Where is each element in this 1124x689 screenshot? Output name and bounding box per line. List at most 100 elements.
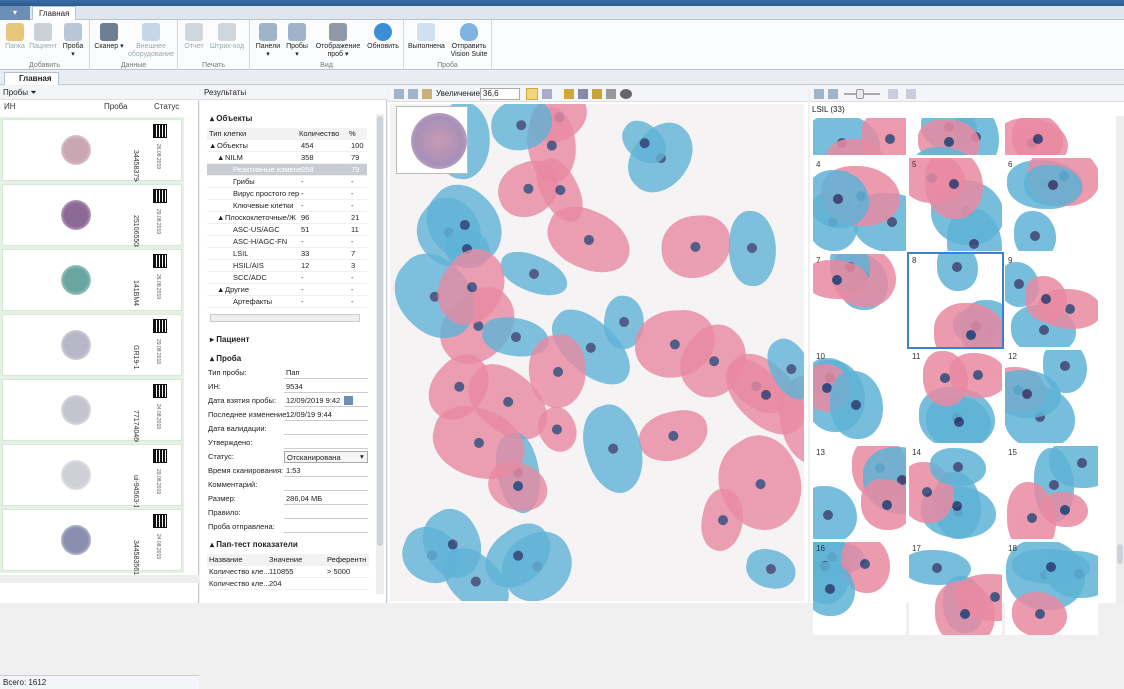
cell-type-row[interactable]: Ключевые клетки--: [207, 200, 367, 212]
barcode-button[interactable]: Штрих-код: [208, 23, 246, 51]
scanner-button[interactable]: Сканер ▾: [94, 23, 124, 51]
cell-tile[interactable]: 6: [1005, 158, 1098, 251]
patient-section-header[interactable]: ▸ Пациент: [210, 335, 249, 344]
cell-tile[interactable]: 16: [813, 542, 906, 635]
cell: [573, 398, 655, 500]
sample-section-header[interactable]: ▴ Проба: [210, 354, 241, 363]
cell-tile[interactable]: 15: [1005, 446, 1098, 539]
nucleus: [637, 136, 651, 150]
sample-slide[interactable]: 344583561624.08.2019: [2, 509, 182, 571]
cell-tile[interactable]: 5: [909, 158, 1002, 251]
gallery-vertical-scrollbar[interactable]: [1116, 116, 1124, 603]
results-panel: Результаты ▴ Объекты Тип клетки Количест…: [200, 86, 387, 603]
nucleus: [966, 330, 976, 340]
table-hscrollbar[interactable]: [210, 314, 360, 322]
sample-slide[interactable]: 771740460424.08.2019: [2, 379, 182, 441]
cell-type-row[interactable]: ▲NILM35879: [207, 152, 367, 164]
nucleus: [465, 280, 479, 294]
sample-slide[interactable]: 141BM426.08.2019: [2, 249, 182, 311]
cell-type-row[interactable]: ▲Плоскоклеточные/Ж9621: [207, 212, 367, 224]
zoom-out-icon[interactable]: [814, 89, 824, 99]
column-header-id[interactable]: ИН: [4, 102, 16, 114]
ribbon-group-data: Сканер ▾ Внешнее оборудование Данные: [90, 20, 178, 70]
samples-panel: Пробы ⏷ ИН Проба Статус 344583794026.08.…: [0, 86, 199, 603]
sample-button[interactable]: Проба ▾: [60, 23, 86, 59]
app-menu-button[interactable]: ▾: [0, 6, 30, 20]
brush-icon[interactable]: [606, 89, 616, 99]
select-tool-icon[interactable]: [542, 89, 552, 99]
zoom-input[interactable]: 36,6: [480, 88, 520, 100]
patient-button[interactable]: Пациент: [29, 23, 57, 51]
cell-tile[interactable]: 12: [1005, 350, 1098, 443]
overview-icon[interactable]: [422, 89, 432, 99]
sample-slide[interactable]: GR19-129.08.2019: [2, 314, 182, 376]
completed-button[interactable]: Выполнена: [408, 23, 444, 51]
panels-button[interactable]: Панели▾: [254, 23, 282, 59]
cell-tile[interactable]: 10: [813, 350, 906, 443]
cell-type-row[interactable]: SCC/ADC--: [207, 272, 367, 284]
overview-thumbnail[interactable]: [396, 106, 468, 174]
sample-date: 24.08.2019: [155, 534, 161, 559]
cell-tile[interactable]: 11: [909, 350, 1002, 443]
crosshair-icon[interactable]: [564, 89, 574, 99]
external-equipment-button[interactable]: Внешнее оборудование: [128, 23, 174, 59]
objects-table-header: Тип клетки Количество %: [207, 128, 367, 140]
cell-type-row[interactable]: LSIL337: [207, 248, 367, 260]
cell-tile[interactable]: 8: [909, 254, 1002, 347]
send-vision-suite-button[interactable]: Отправить Vision Suite: [448, 23, 490, 59]
cell-tile[interactable]: 13: [813, 446, 906, 539]
pointer-tool-icon[interactable]: [526, 88, 538, 100]
column-header-sample[interactable]: Проба: [104, 102, 128, 114]
ribbon-tab-home[interactable]: Главная: [32, 6, 76, 20]
fit-icon[interactable]: [888, 89, 898, 99]
eye-icon[interactable]: [620, 89, 632, 99]
cell-type-row[interactable]: Реактивные измене35879: [207, 164, 367, 176]
cell-tile[interactable]: [909, 118, 1002, 155]
pen-icon[interactable]: [592, 89, 602, 99]
cell-tile[interactable]: 9: [1005, 254, 1098, 347]
cell-type-row[interactable]: Грибы--: [207, 176, 367, 188]
sample-slide[interactable]: 344583794026.08.2019: [2, 119, 182, 181]
cell-tile[interactable]: [1005, 118, 1098, 155]
filter-icon[interactable]: ⏷: [30, 88, 36, 97]
results-vertical-scrollbar[interactable]: [376, 114, 384, 594]
folder-icon: [6, 23, 24, 41]
cell-tile[interactable]: 17: [909, 542, 1002, 635]
cell-tile[interactable]: [813, 118, 906, 155]
cell-type-row[interactable]: ▲Другие--: [207, 284, 367, 296]
horizontal-scrollbar[interactable]: [0, 575, 199, 583]
refresh-button[interactable]: Обновить: [366, 23, 400, 51]
cell-type-row[interactable]: HSIL/AIS123: [207, 260, 367, 272]
sample-slide[interactable]: 251065508063429.08.2019: [2, 184, 182, 246]
report-button[interactable]: Отчет: [182, 23, 206, 51]
zoom-in-icon[interactable]: [828, 89, 838, 99]
corner-icon[interactable]: [906, 89, 916, 99]
pap-section-header[interactable]: ▴ Пап-тест показатели: [210, 540, 298, 549]
calendar-icon[interactable]: [344, 396, 353, 405]
measure-icon[interactable]: [578, 89, 588, 99]
cell-type-row[interactable]: Вирус простого гер--: [207, 188, 367, 200]
folder-button[interactable]: Папка: [4, 23, 26, 51]
check-document-icon: [417, 23, 435, 41]
objects-section-header[interactable]: ▴ Объекты: [210, 114, 252, 123]
sample-display-button[interactable]: Отображение проб ▾: [312, 23, 364, 59]
chevron-down-icon[interactable]: ▾: [360, 451, 364, 463]
column-header-status[interactable]: Статус: [154, 102, 179, 114]
samples-view-button[interactable]: Пробы▾: [284, 23, 310, 59]
cell-tile[interactable]: 7: [813, 254, 906, 347]
slider-thumb[interactable]: [856, 89, 864, 99]
document-tab-home[interactable]: Главная: [4, 72, 59, 85]
layout-icon[interactable]: [408, 89, 418, 99]
cell-type-row[interactable]: ASC-US/AGC5111: [207, 224, 367, 236]
nucleus: [953, 462, 963, 472]
cell-tile[interactable]: 18: [1005, 542, 1098, 635]
cell-tile[interactable]: 4: [813, 158, 906, 251]
cell-type-row[interactable]: ASC-H/AGC-FN--: [207, 236, 367, 248]
cell-type-row[interactable]: ▲Объекты454100: [207, 140, 367, 152]
slide-image[interactable]: [390, 104, 804, 601]
layout-icon[interactable]: [394, 89, 404, 99]
sample-field: Время сканирования:1:53: [208, 465, 373, 477]
cell-type-row[interactable]: Артефакты--: [207, 296, 367, 308]
cell-tile[interactable]: 14: [909, 446, 1002, 539]
sample-slide[interactable]: ui-94563-129.08.2019: [2, 444, 182, 506]
